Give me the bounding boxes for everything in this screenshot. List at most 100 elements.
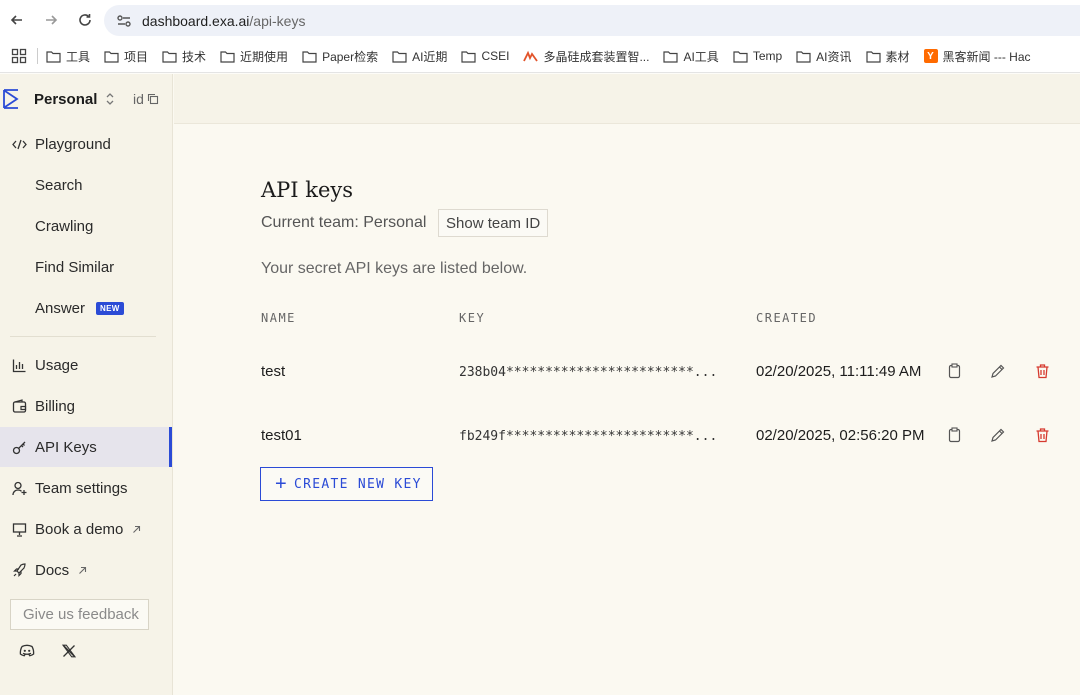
sidebar-item-search[interactable]: Search [0, 165, 172, 205]
bookmark-item[interactable]: AI工具 [663, 48, 719, 65]
bookmark-label: 工具 [66, 49, 91, 64]
chart-icon [12, 358, 27, 373]
plus-icon: + [275, 473, 288, 495]
sidebar: Personal id Playground Search Crawling F… [0, 74, 173, 695]
key-name: test [261, 363, 286, 380]
browser-toolbar: dashboard.exa.ai/api-keys [0, 0, 1080, 40]
url-host: dashboard.exa.ai [142, 12, 250, 29]
bookmark-label: AI近期 [412, 49, 448, 64]
sidebar-item-api-keys[interactable]: API Keys [0, 427, 172, 467]
user-plus-icon [12, 481, 27, 496]
copy-key-button[interactable] [947, 427, 962, 443]
delete-key-button[interactable] [1035, 363, 1050, 379]
sidebar-item-answer[interactable]: Answer NEW [0, 288, 172, 328]
create-new-key-label: CREATE NEW KEY [293, 476, 422, 492]
clipboard-icon [948, 427, 961, 443]
site-settings-icon[interactable] [116, 13, 132, 29]
bookmark-label: AI工具 [683, 49, 719, 64]
bookmark-label: 项目 [124, 49, 149, 64]
bookmark-label: 素材 [885, 49, 910, 64]
folder-icon [302, 50, 317, 63]
rocket-icon [12, 562, 27, 578]
table-row: test01 fb249f************************...… [261, 415, 1080, 455]
bookmark-label: Paper检索 [322, 49, 379, 64]
key-created: 02/20/2025, 02:56:20 PM [756, 427, 925, 444]
bookmark-item[interactable]: Y 黑客新闻 --- Hac [923, 48, 1031, 65]
create-new-key-button[interactable]: + CREATE NEW KEY [260, 467, 433, 501]
sidebar-item-playground[interactable]: Playground [0, 124, 172, 164]
pencil-icon [991, 364, 1005, 378]
external-link-icon [133, 525, 141, 533]
bookmarks-bar: 工具 项目 技术 近期使用 Paper检索 AI近期 CSEI 多晶硅成套装置智... AI工具… [0, 40, 1080, 73]
edit-key-button[interactable] [990, 363, 1005, 379]
sidebar-item-label: Search [35, 176, 83, 194]
key-name: test01 [261, 427, 302, 444]
bookmark-item[interactable]: AI近期 [392, 48, 447, 65]
bookmark-separator [37, 48, 38, 64]
sidebar-item-crawling[interactable]: Crawling [0, 206, 172, 246]
bookmark-item[interactable]: 工具 [46, 48, 90, 65]
page-title: API keys [261, 178, 354, 202]
ycombinator-icon: Y [923, 49, 938, 63]
sidebar-item-label: Playground [35, 135, 111, 153]
bookmark-item[interactable]: 技术 [162, 48, 206, 65]
bookmark-item[interactable]: 项目 [104, 48, 148, 65]
sidebar-item-usage[interactable]: Usage [0, 345, 172, 385]
url-path: /api-keys [249, 12, 306, 29]
sidebar-item-docs[interactable]: Docs [0, 550, 172, 590]
column-header-name: NAME [261, 311, 296, 325]
bookmark-label: 多晶硅成套装置智... [543, 49, 650, 64]
back-button[interactable] [0, 3, 34, 37]
apps-grid-icon[interactable] [11, 48, 27, 64]
bookmark-item[interactable]: Paper检索 [302, 48, 378, 65]
feedback-input[interactable]: Give us feedback [10, 599, 149, 630]
folder-icon [461, 50, 477, 63]
presentation-icon [12, 522, 27, 537]
address-bar[interactable]: dashboard.exa.ai/api-keys [104, 5, 1080, 36]
sidebar-item-label: Book a demo [35, 520, 124, 538]
key-created: 02/20/2025, 11:11:49 AM [756, 363, 922, 380]
bookmark-label: 技术 [182, 49, 207, 64]
trash-icon [1036, 428, 1049, 443]
column-header-created: CREATED [756, 311, 818, 325]
bookmark-label: 黑客新闻 --- Hac [942, 49, 1031, 64]
forward-button[interactable] [34, 3, 68, 37]
site-favicon-icon [523, 50, 539, 62]
key-value: 238b04************************... [459, 365, 718, 380]
discord-icon[interactable] [19, 644, 35, 658]
bookmark-item[interactable]: 多晶硅成套装置智... [523, 48, 649, 65]
folder-icon [392, 50, 407, 63]
bookmark-item[interactable]: CSEI [461, 49, 509, 63]
x-twitter-icon[interactable] [61, 644, 77, 658]
sidebar-divider [10, 336, 156, 337]
copy-key-button[interactable] [947, 363, 962, 379]
bookmark-item[interactable]: 近期使用 [220, 48, 288, 65]
sidebar-item-billing[interactable]: Billing [0, 386, 172, 426]
folder-icon [220, 50, 235, 63]
column-header-key: KEY [459, 311, 486, 325]
exa-logo-icon [3, 89, 19, 109]
bookmark-label: CSEI [481, 49, 510, 63]
folder-icon [733, 50, 748, 63]
bookmark-item[interactable]: Temp [733, 49, 782, 63]
sidebar-item-book-demo[interactable]: Book a demo [0, 509, 172, 549]
folder-icon [865, 50, 881, 63]
delete-key-button[interactable] [1035, 427, 1050, 443]
edit-key-button[interactable] [990, 427, 1005, 443]
bookmark-item[interactable]: 素材 [865, 48, 910, 65]
bookmark-item[interactable]: AI资讯 [796, 48, 852, 65]
folder-icon [104, 50, 119, 63]
copy-id-button[interactable]: id [133, 91, 159, 107]
wallet-icon [12, 398, 27, 414]
sidebar-item-label: Answer [35, 299, 86, 317]
sidebar-item-find-similar[interactable]: Find Similar [0, 247, 172, 287]
current-team-text: Current team: Personal [261, 214, 427, 231]
sidebar-item-team-settings[interactable]: Team settings [0, 468, 172, 508]
sidebar-item-label: Crawling [35, 217, 94, 235]
sidebar-item-label: Team settings [35, 479, 128, 497]
chevron-updown-icon [106, 93, 114, 105]
show-team-id-button[interactable]: Show team ID [438, 209, 549, 237]
reload-button[interactable] [68, 3, 102, 37]
sidebar-item-label: Billing [35, 397, 76, 415]
external-link-icon [79, 566, 87, 574]
